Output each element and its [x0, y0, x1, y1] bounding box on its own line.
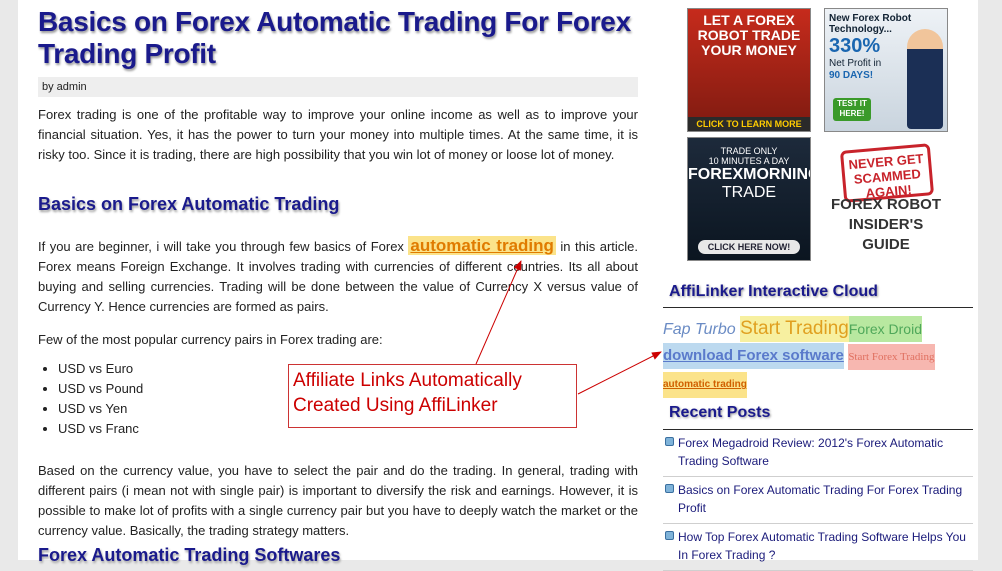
affiliate-link-automatic-trading[interactable]: automatic trading	[408, 236, 556, 255]
ad-headline: LET A FOREX ROBOT TRADE YOUR MONEY	[697, 12, 801, 58]
cloud-tag-start-forex-trading[interactable]: Start Forex Trading	[848, 344, 935, 370]
post-intro-paragraph: Forex trading is one of the profitable w…	[38, 107, 638, 162]
ad-line-2: 10 MINUTES A DAY	[708, 156, 790, 166]
recent-post-link[interactable]: Basics on Forex Automatic Trading For Fo…	[678, 483, 962, 515]
ad-sub-2: 90 DAYS!	[829, 70, 874, 81]
post-title[interactable]: Basics on Forex Automatic Trading For Fo…	[38, 6, 638, 70]
ad-forex-morning-trade[interactable]: TRADE ONLY 10 MINUTES A DAY FOREXMORNING…	[687, 137, 811, 261]
recent-post-item[interactable]: Forex Megadroid Review: 2012's Forex Aut…	[663, 430, 973, 477]
section-heading-softwares: Forex Automatic Trading Softwares	[38, 545, 341, 565]
list-item: USD vs Euro	[58, 359, 143, 379]
ad-line-1: TRADE ONLY	[720, 146, 778, 156]
post-paragraph-basics: If you are beginner, i will take you thr…	[38, 236, 638, 317]
cloud-tag-start-trading[interactable]: Start Trading	[740, 316, 849, 342]
post-byline: by admin	[38, 77, 638, 97]
bullet-icon	[665, 531, 674, 540]
never-scammed-stamp: NEVER GET SCAMMED AGAIN!	[839, 143, 935, 203]
cloud-tag-download-forex-software[interactable]: download Forex software	[663, 343, 844, 369]
ad-title-2: INSIDER'S GUIDE	[848, 216, 924, 253]
list-item: USD vs Pound	[58, 379, 143, 399]
paragraph-text-before-link: If you are beginner, i will take you thr…	[38, 239, 409, 254]
callout-line-1: Affiliate Links Automatically	[293, 370, 522, 391]
ad-forex-robot-insiders-guide[interactable]: NEVER GET SCAMMED AGAIN! FOREX ROBOT INS…	[824, 137, 948, 261]
businessman-image	[907, 29, 943, 129]
bullet-icon	[665, 484, 674, 493]
divider	[663, 307, 973, 308]
callout-line-2: Created Using AffiLinker	[293, 395, 498, 416]
ad-new-forex-robot[interactable]: New Forex Robot Technology... 330% Net P…	[824, 8, 948, 132]
recent-post-item[interactable]: Basics on Forex Automatic Trading For Fo…	[663, 477, 973, 524]
cloud-tag-automatic-trading[interactable]: automatic trading	[663, 372, 747, 398]
ad-title-1: FOREX ROBOT	[830, 196, 941, 213]
cloud-tag-forex-droid[interactable]: Forex Droid	[848, 316, 922, 342]
recent-post-item[interactable]: How Top Forex Automatic Trading Software…	[663, 524, 973, 571]
recent-post-link[interactable]: How Top Forex Automatic Trading Software…	[678, 530, 966, 562]
ad-cta: CLICK HERE NOW!	[698, 240, 800, 254]
affilinker-tag-cloud: Fap Turbo Start TradingForex Droid downl…	[663, 316, 973, 398]
ad-name-2: TRADE	[721, 184, 777, 201]
pairs-intro: Few of the most popular currency pairs i…	[38, 332, 383, 347]
ad-name-1: FOREXMORNING	[688, 166, 811, 183]
currency-pairs-list: USD vs Euro USD vs Pound USD vs Yen USD …	[38, 359, 143, 439]
recent-posts-title: Recent Posts	[669, 404, 771, 421]
recent-posts-list: Forex Megadroid Review: 2012's Forex Aut…	[663, 430, 973, 571]
ad-cta: TEST IT HERE!	[833, 98, 871, 121]
recent-post-link[interactable]: Forex Megadroid Review: 2012's Forex Aut…	[678, 436, 943, 468]
ad-cta: CLICK TO LEARN MORE	[688, 117, 810, 131]
cloud-widget-title: AffiLinker Interactive Cloud	[669, 283, 878, 300]
ad-forex-robot-trade[interactable]: LET A FOREX ROBOT TRADE YOUR MONEY CLICK…	[687, 8, 811, 132]
cloud-tag-fap-turbo[interactable]: Fap Turbo	[663, 317, 736, 343]
list-item: USD vs Yen	[58, 399, 143, 419]
post-paragraph-strategy: Based on the currency value, you have to…	[38, 463, 638, 538]
list-item: USD vs Franc	[58, 419, 143, 439]
section-heading-basics: Basics on Forex Automatic Trading	[38, 194, 340, 214]
bullet-icon	[665, 437, 674, 446]
affilinker-callout-box: Affiliate Links Automatically Created Us…	[288, 364, 577, 428]
